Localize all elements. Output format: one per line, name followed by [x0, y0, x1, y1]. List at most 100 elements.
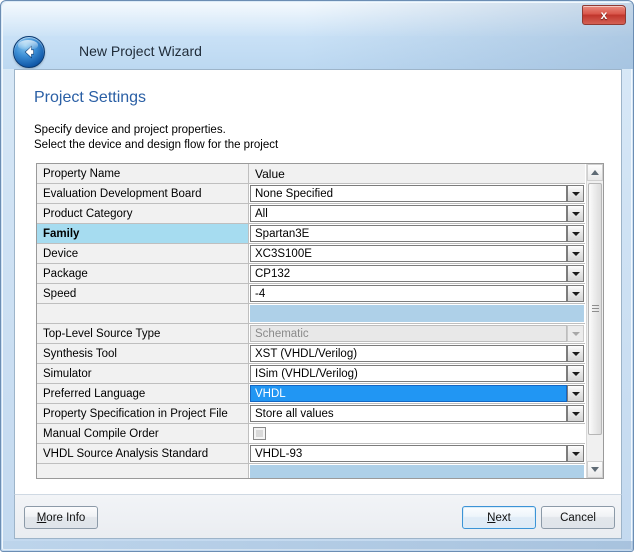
table-row[interactable]	[37, 464, 585, 478]
property-value-cell[interactable]: CP132	[249, 264, 585, 283]
content-panel: Project Settings Specify device and proj…	[14, 69, 622, 494]
property-value-cell[interactable]: VHDL	[249, 384, 585, 403]
table-row[interactable]: Synthesis Tool XST (VHDL/Verilog)	[37, 344, 585, 364]
back-arrow-icon	[24, 45, 34, 59]
property-value-cell[interactable]	[249, 304, 585, 323]
chevron-down-icon	[571, 211, 580, 216]
property-value-cell[interactable]	[249, 464, 585, 478]
property-value-cell[interactable]: Spartan3E	[249, 224, 585, 243]
cancel-button[interactable]: Cancel	[541, 506, 615, 529]
value-dropdown-button[interactable]	[567, 365, 584, 382]
property-value-cell[interactable]: XST (VHDL/Verilog)	[249, 344, 585, 363]
property-name-cell[interactable]: Preferred Language	[37, 384, 249, 403]
manual-compile-order-checkbox[interactable]	[253, 427, 266, 440]
value-text[interactable]: VHDL	[250, 385, 567, 402]
table-row[interactable]: VHDL Source Analysis Standard VHDL-93	[37, 444, 585, 464]
blank-row-fill	[250, 465, 584, 478]
property-name-cell[interactable]: Synthesis Tool	[37, 344, 249, 363]
table-row[interactable]: Manual Compile Order	[37, 424, 585, 444]
property-name-cell[interactable]: Property Specification in Project File	[37, 404, 249, 423]
chevron-down-icon	[571, 451, 580, 456]
next-button[interactable]: Next	[462, 506, 536, 529]
property-value-cell[interactable]: None Specified	[249, 184, 585, 203]
property-name-cell[interactable]: Top-Level Source Type	[37, 324, 249, 343]
value-dropdown-button[interactable]	[567, 205, 584, 222]
table-row[interactable]: Top-Level Source Type Schematic	[37, 324, 585, 344]
table-row[interactable]: Package CP132	[37, 264, 585, 284]
property-name-cell[interactable]: Speed	[37, 284, 249, 303]
property-name-cell[interactable]: Manual Compile Order	[37, 424, 249, 443]
chevron-down-icon	[571, 271, 580, 276]
property-value-cell[interactable]: All	[249, 204, 585, 223]
description-line-2: Select the device and design flow for th…	[34, 139, 279, 151]
table-row[interactable]	[37, 304, 585, 324]
more-info-label: More Info	[37, 512, 86, 524]
table-row[interactable]: Property Specification in Project File St…	[37, 404, 585, 424]
value-dropdown-button[interactable]	[567, 405, 584, 422]
value-text[interactable]: Spartan3E	[250, 225, 567, 242]
table-row[interactable]: Evaluation Development Board None Specifi…	[37, 184, 585, 204]
property-name-cell[interactable]: Evaluation Development Board	[37, 184, 249, 203]
grid-vertical-scrollbar[interactable]	[586, 164, 603, 478]
scroll-up-button[interactable]	[587, 164, 603, 181]
property-name-cell[interactable]: Family	[37, 224, 249, 243]
value-dropdown-button[interactable]	[567, 445, 584, 462]
title-bar: x New Project Wizard	[3, 3, 633, 69]
property-value-cell[interactable]: Store all values	[249, 404, 585, 423]
table-row[interactable]: Simulator ISim (VHDL/Verilog)	[37, 364, 585, 384]
value-dropdown-button[interactable]	[567, 185, 584, 202]
table-row[interactable]: Device XC3S100E	[37, 244, 585, 264]
close-button[interactable]: x	[582, 5, 626, 25]
value-dropdown-button[interactable]	[567, 265, 584, 282]
value-text[interactable]: XC3S100E	[250, 245, 567, 262]
chevron-down-icon	[571, 331, 580, 336]
property-name-cell[interactable]: Simulator	[37, 364, 249, 383]
column-header-property-name[interactable]: Property Name	[37, 164, 249, 183]
property-name-cell[interactable]	[37, 464, 249, 478]
next-label: Next	[487, 512, 511, 524]
back-button[interactable]	[13, 36, 45, 68]
property-name-cell[interactable]: Package	[37, 264, 249, 283]
value-text[interactable]: All	[250, 205, 567, 222]
scroll-up-arrow-icon	[591, 170, 599, 175]
value-text[interactable]: Store all values	[250, 405, 567, 422]
value-dropdown-button[interactable]	[567, 245, 584, 262]
value-text[interactable]: ISim (VHDL/Verilog)	[250, 365, 567, 382]
chevron-down-icon	[571, 351, 580, 356]
value-text: Schematic	[250, 325, 567, 342]
value-text[interactable]: CP132	[250, 265, 567, 282]
property-value-cell[interactable]: VHDL-93	[249, 444, 585, 463]
value-text[interactable]: None Specified	[250, 185, 567, 202]
table-row[interactable]: Preferred Language VHDL	[37, 384, 585, 404]
property-value-cell[interactable]: XC3S100E	[249, 244, 585, 263]
wizard-title: New Project Wizard	[79, 43, 202, 59]
scroll-down-button[interactable]	[587, 461, 603, 478]
value-text[interactable]: VHDL-93	[250, 445, 567, 462]
value-text[interactable]: -4	[250, 285, 567, 302]
chevron-down-icon	[571, 251, 580, 256]
property-value-cell[interactable]: -4	[249, 284, 585, 303]
property-value-cell[interactable]: Schematic	[249, 324, 585, 343]
grid-header-row: Property Name Value	[37, 164, 585, 184]
value-dropdown-button[interactable]	[567, 385, 584, 402]
value-text[interactable]: XST (VHDL/Verilog)	[250, 345, 567, 362]
scrollbar-thumb[interactable]	[588, 183, 602, 435]
more-info-button[interactable]: More Info	[24, 506, 98, 529]
property-name-cell[interactable]: Device	[37, 244, 249, 263]
value-dropdown-button[interactable]	[567, 345, 584, 362]
column-header-value[interactable]: Value	[249, 164, 585, 183]
value-dropdown-button	[567, 325, 584, 342]
property-name-cell[interactable]: VHDL Source Analysis Standard	[37, 444, 249, 463]
chevron-down-icon	[571, 231, 580, 236]
property-value-cell[interactable]: ISim (VHDL/Verilog)	[249, 364, 585, 383]
property-name-cell[interactable]	[37, 304, 249, 323]
table-row[interactable]: Family Spartan3E	[37, 224, 585, 244]
table-row[interactable]: Product Category All	[37, 204, 585, 224]
value-dropdown-button[interactable]	[567, 225, 584, 242]
property-value-cell[interactable]	[249, 424, 585, 443]
table-row[interactable]: Speed -4	[37, 284, 585, 304]
dialog-footer: More Info Next Cancel	[14, 494, 622, 539]
value-dropdown-button[interactable]	[567, 285, 584, 302]
property-name-cell[interactable]: Product Category	[37, 204, 249, 223]
project-settings-grid: Property Name Value Evaluation Development…	[36, 163, 604, 479]
